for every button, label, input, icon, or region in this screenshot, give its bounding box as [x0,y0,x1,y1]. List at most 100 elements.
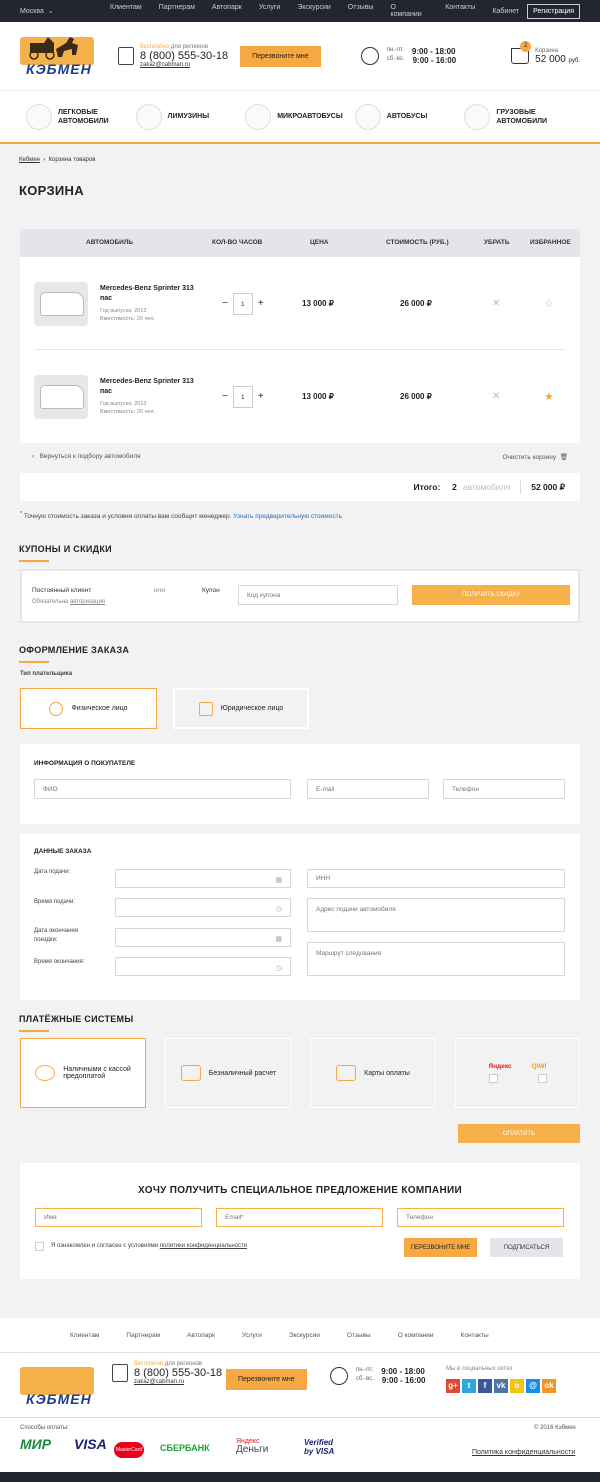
social-ok-icon[interactable]: ok [542,1379,556,1393]
top-menu-about[interactable]: О компании [390,4,428,18]
fio-input[interactable]: ФИО [34,779,291,799]
top-menu-clients[interactable]: Клиентам [110,4,142,18]
category-buses[interactable]: АВТОБУСЫ [354,103,465,130]
back-to-selection-link[interactable]: ‹ Вернуться к подбору автомобиля [32,453,141,461]
register-button[interactable]: Регистрация [527,3,580,19]
plus-button[interactable]: + [258,298,264,309]
footer-menu-tours[interactable]: Экскурсии [289,1332,320,1339]
route-textarea[interactable]: Маршрут следования [307,942,565,976]
payment-cashless-option[interactable]: Безналичный расчет [165,1038,292,1108]
start-time-input[interactable]: ◷ [115,898,291,917]
social-@-icon[interactable]: @ [526,1379,540,1393]
remove-icon[interactable]: ✕ [492,298,500,309]
top-menu-fleet[interactable]: Автопарк [212,4,242,18]
clear-cart-link[interactable]: Очистить корзину 🗑 [502,453,568,461]
social-g+-icon[interactable]: g+ [446,1379,460,1393]
footer-menu-about[interactable]: О компании [398,1332,434,1339]
minus-button[interactable]: − [222,298,228,309]
social-f-icon[interactable]: f [478,1379,492,1393]
coupons-title: КУПОНЫ И СКИДКИ [19,544,112,562]
category-minibuses[interactable]: МИКРОАВТОБУСЫ [245,103,355,130]
yandex-money-logo: Яндекс Деньги [236,1438,268,1455]
footer-menu-clients[interactable]: Клиентам [70,1332,99,1339]
footer-menu-reviews[interactable]: Отзывы [347,1332,371,1339]
cart-sum-value: 52 000 [535,53,566,65]
subscribe-button[interactable]: ПОДПИСАТЬСЯ [490,1238,563,1257]
address-textarea[interactable]: Адрес подачи автомобиля [307,898,565,932]
breadcrumb-home[interactable]: Кебмен [19,157,40,163]
policy-link[interactable]: политики конфиденциальности [160,1243,247,1249]
item-title[interactable]: Mercedes-Benz Sprinter 313 пас [100,284,200,304]
footer-menu-services[interactable]: Услуги [242,1332,262,1339]
footer-menu-partners[interactable]: Партнерам [126,1332,160,1339]
inn-input[interactable]: ИНН [307,869,565,888]
verified-by-visa-logo-line2: by VISA [304,1447,335,1456]
footer-logo[interactable]: КЭБМЕН [20,1361,98,1411]
item-title[interactable]: Mercedes-Benz Sprinter 313 пас [100,377,200,397]
cabinet-link[interactable]: Кабинет [492,8,519,15]
end-date-input[interactable]: ▦ [115,928,291,947]
lead-title: ХОЧУ ПОЛУЧИТЬ СПЕЦИАЛЬНОЕ ПРЕДЛОЖЕНИЕ КО… [138,1185,462,1196]
phone-number[interactable]: 8 (800) 555-30-18 [140,50,228,62]
pay-button[interactable]: ОПЛАТИТЬ [458,1124,580,1143]
phone-input[interactable]: Телефон [443,779,565,799]
breadcrumb-separator: › [43,157,46,163]
end-time-input[interactable]: ◷ [115,957,291,976]
remove-icon[interactable]: ✕ [492,391,500,402]
agree-checkbox[interactable] [35,1242,44,1251]
cashless-label: Безналичный расчет [208,1069,277,1077]
favorite-star-icon[interactable]: ☆ [544,297,554,310]
yandex-checkbox[interactable] [488,1074,498,1083]
top-menu-partners[interactable]: Партнерам [159,4,195,18]
social-o-icon[interactable]: o [510,1379,524,1393]
favorite-star-icon[interactable]: ★ [544,390,554,403]
payment-cards-option[interactable]: Карты оплаты [310,1038,436,1108]
top-menu-tours[interactable]: Экскурсии [297,4,330,18]
footer-phone-number[interactable]: 8 (800) 555-30-18 [134,1367,222,1379]
footer-email-link[interactable]: zakaz@cabman.ru [134,1379,222,1385]
top-menu-reviews[interactable]: Отзывы [348,4,374,18]
lead-name-input[interactable]: Имя [35,1208,202,1227]
top-menu-services[interactable]: Услуги [259,4,281,18]
quantity-input[interactable]: 1 [232,292,253,315]
category-trucks[interactable]: ГРУЗОВЫЕ АВТОМОБИЛИ [464,103,574,130]
footer-callback-button[interactable]: Перезвоните мне [226,1369,307,1390]
payer-legal-option[interactable]: Юридическое лицо [173,688,309,729]
van-image[interactable] [34,281,88,326]
header-cart[interactable]: 2 Корзина 52 000 руб. [511,41,580,65]
email-input[interactable]: E-mail [307,779,429,799]
lead-email-input[interactable]: Email* [216,1208,383,1227]
category-cars-line2: АВТОМОБИЛИ [58,117,109,125]
estimate-link[interactable]: Узнать предварительную стоимость [233,513,342,520]
buyer-info-panel: ИНФОРМАЦИЯ О ПОКУПАТЕЛЕ ФИО E-mail Телеф… [20,744,580,824]
qiwi-checkbox[interactable] [537,1074,547,1083]
city-selector[interactable]: Москва ⌄ [20,7,110,15]
email-link[interactable]: zakaz@cabman.ru [140,62,228,68]
footer-menu-contacts[interactable]: Контакты [461,1332,489,1339]
category-cars[interactable]: ЛЕГКОВЫЕ АВТОМОБИЛИ [26,103,136,130]
minus-button[interactable]: − [222,391,228,402]
footer-policy-link[interactable]: Политика конфиденциальности [472,1448,575,1457]
get-discount-button[interactable]: ПОЛУЧИТЬ СКИДКУ [412,585,570,605]
quantity-input[interactable]: 1 [232,385,253,408]
category-limousines[interactable]: ЛИМУЗИНЫ [135,103,246,130]
lead-phone-input[interactable]: Телефон [397,1208,564,1227]
social-vk-icon[interactable]: vk [494,1379,508,1393]
auth-link[interactable]: авторизация [70,599,105,605]
van-image[interactable] [34,374,88,419]
limousine-icon [135,103,162,130]
callback-button[interactable]: Перезвоните мне [240,45,321,67]
weekdays-label: пн.-пт. [356,1367,374,1373]
start-date-input[interactable]: ▦ [115,869,291,888]
footer-menu-fleet[interactable]: Автопарк [187,1332,215,1339]
plus-button[interactable]: + [258,391,264,402]
hours-weekend: сб.-вс. 9:00 - 16:00 [387,56,456,65]
payment-cash-option[interactable]: Наличными с кассой предоплатой [20,1038,146,1108]
phone-block: бесплатно для регионов 8 (800) 555-30-18… [118,44,228,68]
lead-callback-button[interactable]: ПЕРЕЗВОНИТЕ МНЕ [404,1238,477,1257]
coupon-input[interactable]: Код купона [238,585,398,605]
logo[interactable]: КЭБМЕН [20,31,98,81]
social-t-icon[interactable]: t [462,1379,476,1393]
payer-individual-option[interactable]: Физическое лицо [20,688,157,729]
top-menu-contacts[interactable]: Контакты [445,4,475,18]
